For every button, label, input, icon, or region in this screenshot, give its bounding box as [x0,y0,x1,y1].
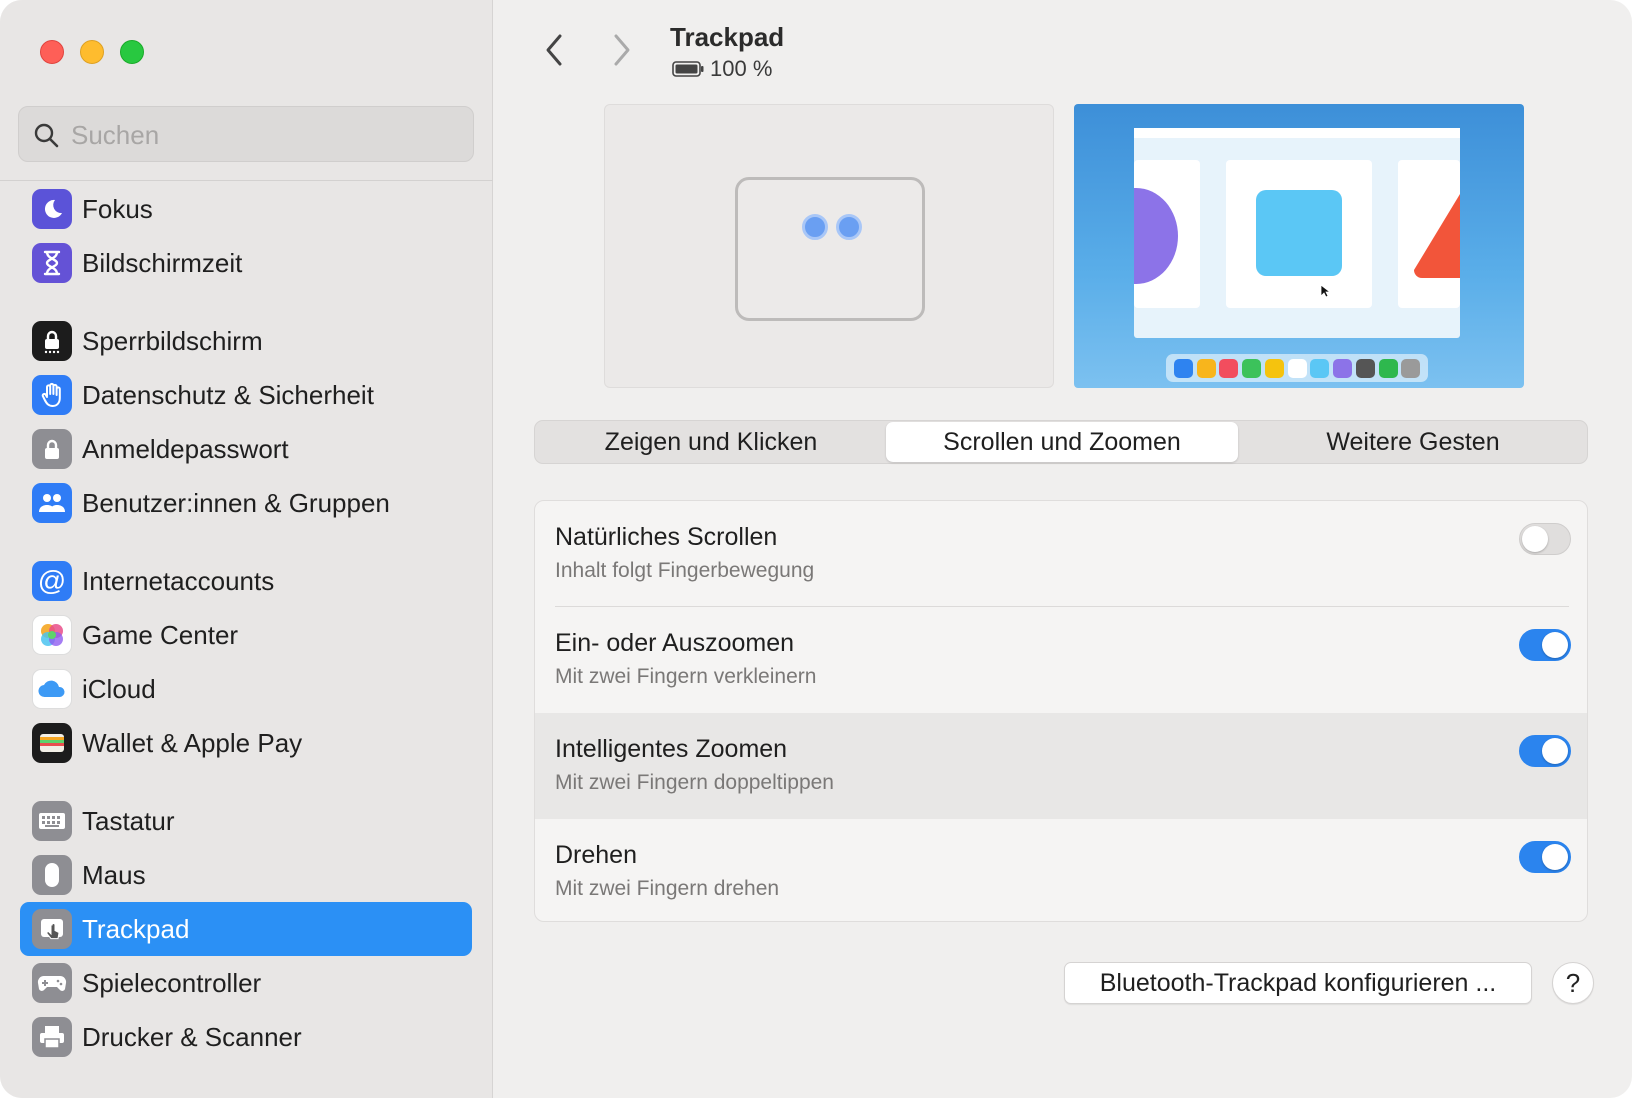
close-window-button[interactable] [40,40,64,64]
sidebar-item-internetaccounts[interactable]: @ Internetaccounts [20,554,472,608]
sidebar-item-label: Trackpad [82,913,190,944]
zoom-toggle[interactable] [1519,629,1571,661]
printer-icon [32,1017,72,1057]
sidebar-item-label: Anmeldepasswort [82,433,289,464]
settings-list: Natürliches Scrollen Inhalt folgt Finger… [534,500,1588,922]
search-input[interactable] [71,115,461,155]
sidebar-item-label: iCloud [82,673,156,704]
setting-title: Natürliches Scrollen [555,523,778,551]
sidebar-item-label: Internetaccounts [82,565,275,596]
rotate-toggle[interactable] [1519,841,1571,873]
battery-icon [672,61,704,77]
sidebar-item-spielecontroller[interactable]: Spielecontroller [20,956,472,1010]
tab-scrollen-und-zoomen[interactable]: Scrollen und Zoomen [886,422,1238,462]
sidebar-item-icloud[interactable]: iCloud [20,662,472,716]
sidebar-item-label: Drucker & Scanner [82,1021,302,1052]
preview-dock [1166,354,1428,382]
mouse-icon [32,855,72,895]
page-title: Trackpad [670,22,785,52]
sidebar-item-bildschirmzeit[interactable]: Bildschirmzeit [20,236,472,290]
minimize-window-button[interactable] [80,40,104,64]
preview-card [1226,160,1372,308]
sidebar-item-fokus[interactable]: Fokus [20,182,472,236]
sidebar-item-wallet[interactable]: Wallet & Apple Pay [20,716,472,770]
sidebar-divider [0,180,493,181]
preview-window [1134,128,1460,338]
setting-subtitle: Mit zwei Fingern doppeltippen [555,771,834,794]
gesture-preview-screen [1074,104,1524,388]
chevron-right-icon [614,34,630,66]
sidebar-item-benutzer[interactable]: Benutzer:innen & Gruppen [20,476,472,530]
setting-subtitle: Mit zwei Fingern drehen [555,877,780,900]
main-pane: Trackpad 100 % Zeigen und Klicken Scroll… [494,0,1632,1098]
sidebar-item-anmeldepasswort[interactable]: Anmeldepasswort [20,422,472,476]
setting-row-smart-zoom: Intelligentes Zoomen Mit zwei Fingern do… [535,713,1587,819]
battery-status: 100 % [672,56,772,82]
sidebar-item-label: Fokus [82,193,153,224]
keyboard-icon [32,801,72,841]
sidebar-item-game-center[interactable]: Game Center [20,608,472,662]
setting-row-natural-scroll: Natürliches Scrollen Inhalt folgt Finger… [535,501,1587,607]
game-center-icon [32,615,72,655]
battery-percentage: 100 % [710,56,773,81]
sidebar-item-label: Wallet & Apple Pay [82,727,303,758]
gesture-preview-trackpad [604,104,1054,388]
sidebar-item-trackpad[interactable]: Trackpad [20,902,472,956]
sidebar-item-tastatur[interactable]: Tastatur [20,794,472,848]
setting-subtitle: Inhalt folgt Fingerbewegung [555,559,815,582]
wallet-icon [32,723,72,763]
setting-row-rotate: Drehen Mit zwei Fingern drehen [535,819,1587,921]
zoom-window-button[interactable] [120,40,144,64]
help-button[interactable]: ? [1552,962,1594,1004]
search-field[interactable] [18,106,474,162]
setting-subtitle: Mit zwei Fingern verkleinern [555,665,817,688]
moon-icon [32,189,72,229]
chevron-left-icon [546,34,562,66]
preview-card [1134,160,1200,308]
lock-screen-icon [32,321,72,361]
sidebar-item-label: Spielecontroller [82,967,262,998]
sidebar-item-label: Sperrbildschirm [82,325,263,356]
sidebar-item-maus[interactable]: Maus [20,848,472,902]
settings-window: Fokus Bildschirmzeit Sperrbildschirm Dat… [0,0,1632,1098]
hand-icon [32,375,72,415]
preview-card [1398,160,1460,308]
hourglass-icon [32,243,72,283]
tab-bar: Zeigen und Klicken Scrollen und Zoomen W… [534,420,1588,464]
tab-zeigen-und-klicken[interactable]: Zeigen und Klicken [536,422,886,462]
at-icon: @ [32,561,72,601]
sidebar-item-datenschutz[interactable]: Datenschutz & Sicherheit [20,368,472,422]
finger-dot [802,214,828,240]
setting-row-zoom: Ein- oder Auszoomen Mit zwei Fingern ver… [535,607,1587,713]
sidebar-item-label: Datenschutz & Sicherheit [82,379,374,410]
trackpad-icon [32,909,72,949]
users-icon [32,483,72,523]
bluetooth-trackpad-button[interactable]: Bluetooth-Trackpad konfigurieren ... [1064,962,1532,1004]
back-button[interactable] [534,30,574,70]
setting-title: Intelligentes Zoomen [555,735,788,763]
setting-title: Drehen [555,841,637,869]
sidebar-item-drucker[interactable]: Drucker & Scanner [20,1010,472,1064]
sidebar-item-label: Maus [82,859,146,890]
natural-scroll-toggle[interactable] [1519,523,1571,555]
sidebar-item-sperrbildschirm[interactable]: Sperrbildschirm [20,314,472,368]
cloud-icon [32,669,72,709]
smart-zoom-toggle[interactable] [1519,735,1571,767]
setting-title: Ein- oder Auszoomen [555,629,795,657]
sidebar-item-label: Bildschirmzeit [82,247,243,278]
trackpad-illustration [735,177,925,321]
sidebar-item-label: Game Center [82,619,239,650]
search-icon [34,123,59,148]
forward-button[interactable] [602,30,642,70]
gamepad-icon [32,963,72,1003]
sidebar: Fokus Bildschirmzeit Sperrbildschirm Dat… [0,0,493,1098]
padlock-icon [32,429,72,469]
sidebar-item-label: Tastatur [82,805,175,836]
tab-weitere-gesten[interactable]: Weitere Gesten [1238,422,1588,462]
finger-dot [836,214,862,240]
sidebar-item-label: Benutzer:innen & Gruppen [82,487,390,518]
